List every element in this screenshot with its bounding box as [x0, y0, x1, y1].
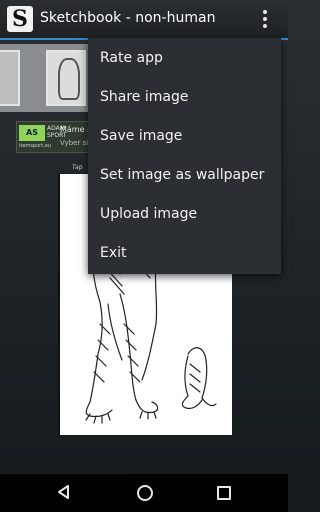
app-icon-letter: S — [12, 6, 28, 32]
home-icon[interactable] — [137, 485, 153, 501]
ad-logo: AS — [19, 125, 45, 141]
menu-item-share-image[interactable]: Share image — [88, 78, 281, 117]
app-bar: S Sketchbook - non-human — [0, 0, 288, 40]
menu-item-exit[interactable]: Exit — [88, 234, 281, 273]
app-title: Sketchbook - non-human — [40, 10, 216, 26]
menu-item-upload-image[interactable]: Upload image — [88, 195, 281, 234]
tap-hint: Tap — [72, 164, 83, 171]
menu-item-rate-app[interactable]: Rate app — [88, 39, 281, 78]
thumbnail-image[interactable] — [0, 50, 20, 106]
ad-site: itemsport.eu — [19, 143, 51, 149]
recent-apps-icon[interactable] — [217, 486, 231, 500]
ad-text-line2[interactable]: Vyber si — [60, 139, 88, 147]
menu-item-set-wallpaper[interactable]: Set image as wallpaper — [88, 156, 281, 195]
thumbnail-strip[interactable] — [0, 44, 100, 112]
sketchbook-app-icon: S — [7, 6, 33, 32]
back-icon[interactable] — [56, 484, 72, 500]
menu-item-save-image[interactable]: Save image — [88, 117, 281, 156]
overflow-menu-icon[interactable] — [258, 8, 272, 30]
thumbnail-image[interactable] — [46, 50, 86, 106]
system-nav-bar — [0, 474, 288, 512]
overflow-menu: Rate app Share image Save image Set imag… — [88, 38, 281, 274]
